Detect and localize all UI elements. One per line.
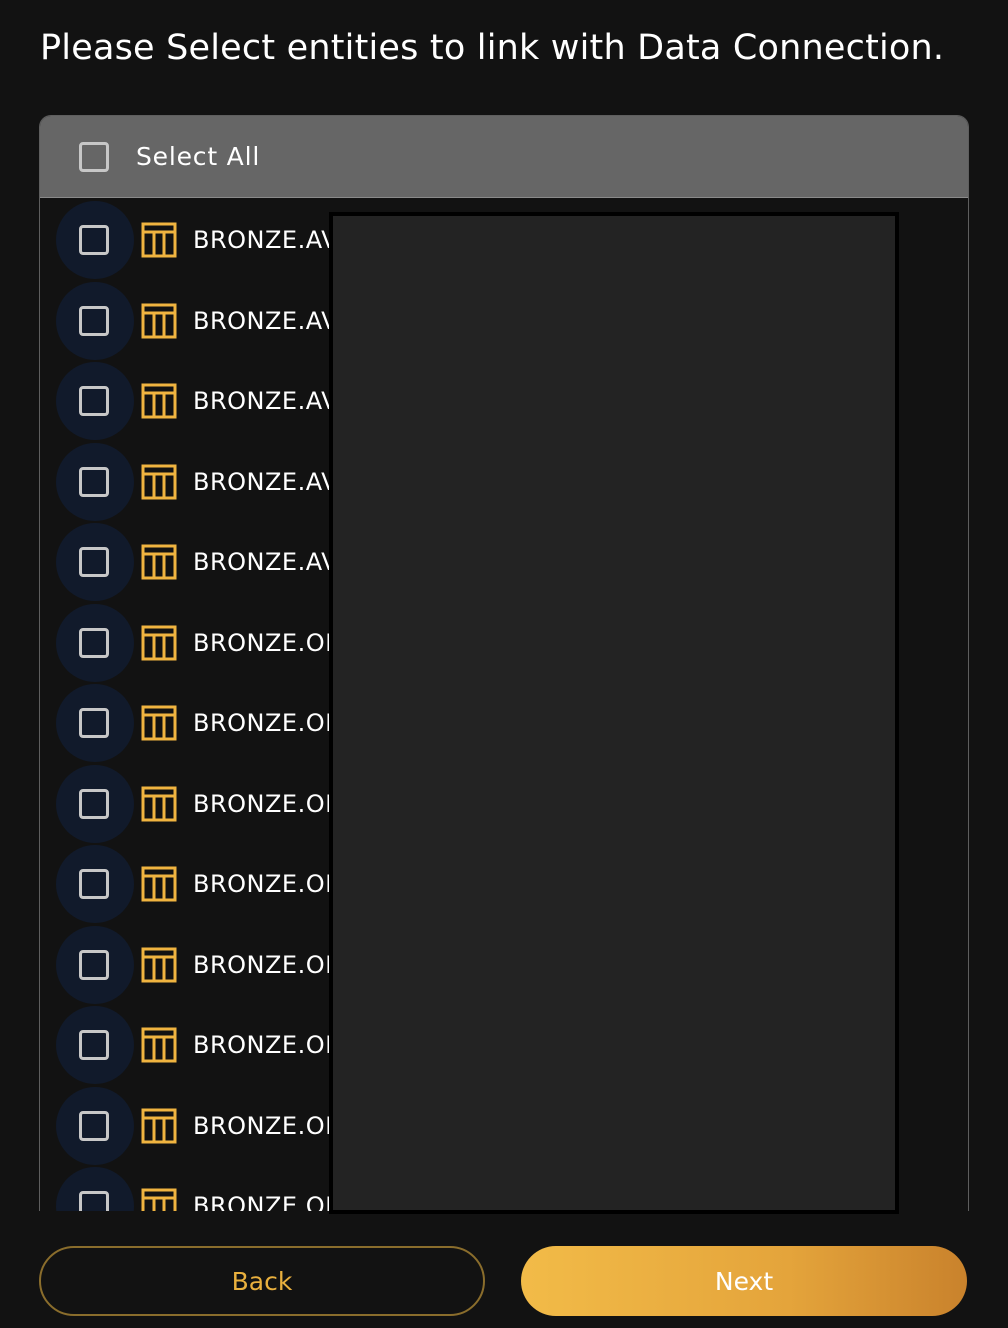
- next-button[interactable]: Next: [521, 1246, 967, 1316]
- entity-label: BRONZE.AV: [193, 306, 339, 335]
- table-icon: [141, 866, 177, 902]
- entity-checkbox[interactable]: [79, 305, 109, 336]
- table-icon: [141, 303, 177, 338]
- entity-checkbox[interactable]: [79, 1191, 109, 1211]
- page-title: Please Select entities to link with Data…: [40, 28, 945, 68]
- table-icon: [141, 544, 177, 580]
- entity-label: BRONZE.AV: [193, 387, 339, 415]
- entity-checkbox[interactable]: [79, 466, 109, 497]
- entity-label: BRONZE.OI: [193, 1111, 333, 1140]
- entity-label: BRONZE.AV: [193, 226, 339, 254]
- entity-checkbox[interactable]: [79, 627, 109, 658]
- table-icon: [141, 1108, 177, 1143]
- entity-checkbox[interactable]: [79, 949, 109, 980]
- redacted-region: [329, 212, 899, 1214]
- select-all-header[interactable]: Select All: [40, 116, 968, 198]
- select-all-checkbox[interactable]: [79, 142, 109, 172]
- entity-checkbox[interactable]: [79, 1030, 109, 1060]
- table-icon: [141, 383, 177, 419]
- entity-label: BRONZE.OI: [193, 870, 333, 898]
- back-button[interactable]: Back: [39, 1246, 485, 1316]
- entity-checkbox[interactable]: [79, 1110, 109, 1141]
- entity-checkbox[interactable]: [79, 547, 109, 577]
- entity-checkbox[interactable]: [79, 869, 109, 899]
- entity-checkbox[interactable]: [79, 788, 109, 819]
- entity-label: BRONZE.OI: [193, 950, 333, 979]
- table-icon: [141, 786, 177, 821]
- entity-checkbox[interactable]: [79, 225, 109, 255]
- entity-label: BRONZE.OI: [193, 789, 333, 818]
- entity-label: BRONZE.OI: [193, 709, 333, 737]
- entity-label: BRONZE.OI: [193, 1031, 333, 1059]
- table-icon: [141, 1188, 177, 1211]
- table-icon: [141, 1027, 177, 1063]
- select-all-label: Select All: [136, 142, 261, 171]
- entity-label: BRONZE.AV: [193, 548, 339, 576]
- entity-label: BRONZE.OI: [193, 628, 333, 657]
- entity-label: BRONZE.OI: [193, 1192, 333, 1211]
- entity-label: BRONZE.AV: [193, 467, 339, 496]
- table-icon: [141, 222, 177, 258]
- entity-selection-page: Please Select entities to link with Data…: [0, 0, 1008, 1328]
- entity-checkbox[interactable]: [79, 386, 109, 416]
- table-icon: [141, 705, 177, 741]
- entity-checkbox[interactable]: [79, 708, 109, 738]
- table-icon: [141, 947, 177, 982]
- table-icon: [141, 625, 177, 660]
- table-icon: [141, 464, 177, 499]
